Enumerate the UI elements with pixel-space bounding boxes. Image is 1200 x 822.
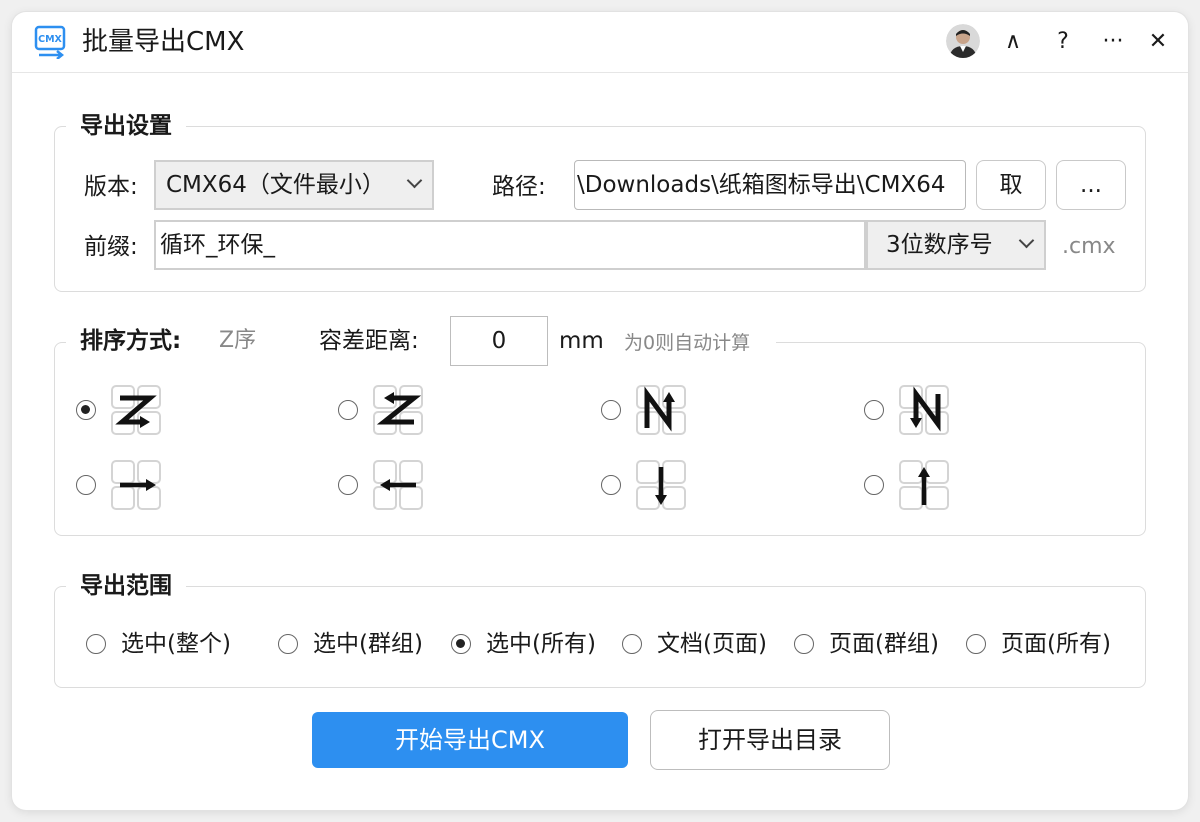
version-select[interactable]: CMX64（文件最小）: [154, 160, 434, 210]
reverse-z-order-icon[interactable]: [372, 384, 424, 436]
range-option-label[interactable]: 页面(所有): [1001, 629, 1111, 659]
start-export-button[interactable]: 开始导出CMX: [312, 712, 628, 768]
range-option-label[interactable]: 选中(群组): [313, 629, 423, 659]
arrow-down-icon[interactable]: [635, 459, 687, 511]
sort-option-radio[interactable]: [864, 400, 884, 420]
prefix-value: 循环_环保_: [160, 232, 275, 258]
range-option-label[interactable]: 选中(所有): [486, 629, 596, 659]
fetch-path-button[interactable]: 取: [976, 160, 1046, 210]
tolerance-input[interactable]: 0: [450, 316, 548, 366]
version-value: CMX64（文件最小）: [166, 172, 385, 198]
user-avatar[interactable]: [946, 24, 980, 58]
path-label: 路径:: [492, 174, 546, 200]
range-option-radio[interactable]: [622, 634, 642, 654]
prefix-input[interactable]: 循环_环保_: [154, 220, 866, 270]
extension-label: .cmx: [1062, 234, 1116, 259]
tolerance-hint: 为0则自动计算: [624, 332, 751, 354]
sort-option-radio[interactable]: [601, 475, 621, 495]
tolerance-label: 容差距离:: [319, 328, 419, 354]
export-settings-legend: 导出设置: [66, 111, 186, 141]
export-range-legend: 导出范围: [66, 571, 186, 601]
chevron-down-icon: [406, 172, 423, 189]
range-option-radio[interactable]: [86, 634, 106, 654]
serial-select[interactable]: 3位数序号: [866, 220, 1046, 270]
batch-export-window: CMX 批量导出CMX ∧ ? ··· ✕ 导出设置 版本: CMX64（文件最…: [12, 12, 1188, 810]
sort-option-radio[interactable]: [76, 400, 96, 420]
tolerance-value: 0: [491, 328, 507, 354]
tolerance-unit: mm: [559, 328, 604, 354]
arrow-right-icon[interactable]: [110, 459, 162, 511]
sort-option-radio[interactable]: [338, 400, 358, 420]
serial-value: 3位数序号: [886, 232, 993, 258]
arrow-left-icon[interactable]: [372, 459, 424, 511]
prefix-label: 前缀:: [84, 234, 138, 260]
range-option-radio[interactable]: [451, 634, 471, 654]
open-export-dir-button[interactable]: 打开导出目录: [650, 710, 890, 770]
n-order-down-icon[interactable]: [898, 384, 950, 436]
range-option-radio[interactable]: [966, 634, 986, 654]
chevron-down-icon: [1018, 232, 1035, 249]
n-order-up-icon[interactable]: [635, 384, 687, 436]
sorting-legend: 排序方式:: [80, 328, 182, 354]
range-option-radio[interactable]: [278, 634, 298, 654]
sort-option-radio[interactable]: [601, 400, 621, 420]
range-option-radio[interactable]: [794, 634, 814, 654]
path-input[interactable]: \Downloads\纸箱图标导出\CMX64: [574, 160, 966, 210]
range-option-label[interactable]: 文档(页面): [657, 629, 767, 659]
more-button[interactable]: ···: [1095, 26, 1131, 58]
help-button[interactable]: ?: [1045, 26, 1081, 58]
window-title: 批量导出CMX: [82, 27, 245, 57]
sort-option-radio[interactable]: [338, 475, 358, 495]
range-option-label[interactable]: 选中(整个): [121, 629, 231, 659]
range-option-label[interactable]: 页面(群组): [829, 629, 939, 659]
svg-text:CMX: CMX: [38, 34, 62, 45]
cmx-export-icon: CMX: [34, 25, 70, 60]
path-value: \Downloads\纸箱图标导出\CMX64: [577, 172, 946, 198]
browse-button[interactable]: ...: [1056, 160, 1126, 210]
collapse-button[interactable]: ∧: [995, 26, 1031, 58]
version-label: 版本:: [84, 174, 138, 200]
title-bar: CMX 批量导出CMX ∧ ? ··· ✕: [12, 12, 1188, 73]
sort-option-radio[interactable]: [864, 475, 884, 495]
close-button[interactable]: ✕: [1140, 26, 1176, 58]
z-order-icon[interactable]: [110, 384, 162, 436]
sorting-current: Z序: [219, 328, 257, 353]
sort-option-radio[interactable]: [76, 475, 96, 495]
arrow-up-icon[interactable]: [898, 459, 950, 511]
